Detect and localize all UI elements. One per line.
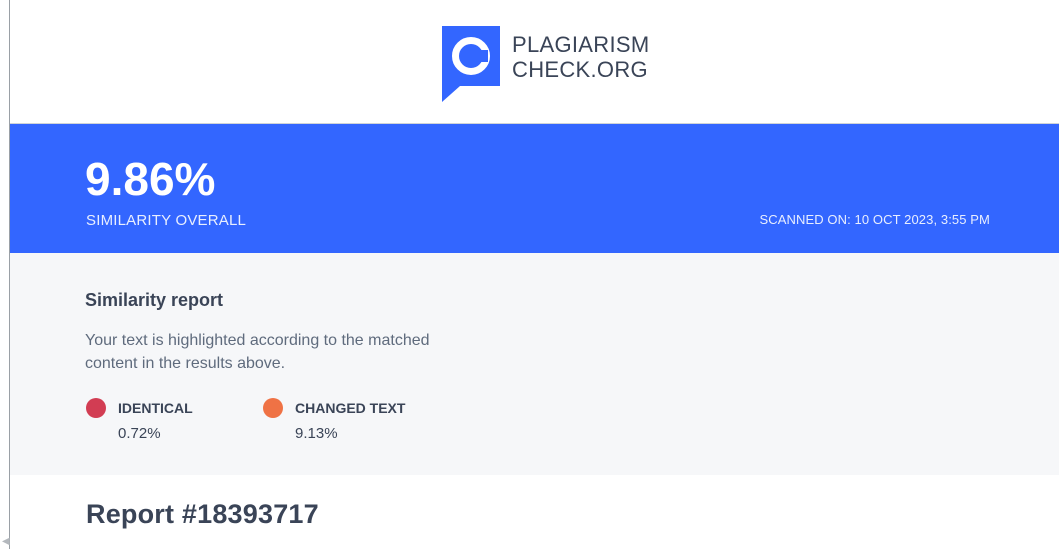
report-page: PLAGIARISM CHECK.ORG 9.86% SIMILARITY OV… [0,0,1059,549]
scanned-on-timestamp: SCANNED ON: 10 OCT 2023, 3:55 PM [759,212,990,227]
brand-logo: PLAGIARISM CHECK.ORG [442,26,649,102]
brand-name-line1: PLAGIARISM [512,32,650,57]
legend-identical-label: IDENTICAL [118,400,193,416]
similarity-report-panel: Similarity report Your text is highlight… [10,253,1059,475]
similarity-report-description: Your text is highlighted according to th… [85,332,430,372]
similarity-overall-label: SIMILARITY OVERALL [86,212,247,229]
brand-name: PLAGIARISM CHECK.ORG [512,32,649,82]
similarity-summary-banner: 9.86% SIMILARITY OVERALL SCANNED ON: 10 … [10,124,1059,253]
report-number-heading: Report #18393717 [86,499,319,529]
report-header: PLAGIARISM CHECK.ORG [10,0,1059,124]
similarity-report-title: Similarity report [85,290,224,310]
page-corner-marker-icon: ◀ [2,536,10,547]
brand-name-line2: CHECK.ORG [512,57,648,82]
legend-changed-text-value: 9.13% [295,425,338,442]
identical-dot-icon [86,398,106,418]
similarity-percentage: 9.86% [85,153,216,205]
changed-text-dot-icon [263,398,283,418]
legend-changed-text-label: CHANGED TEXT [295,400,406,416]
legend-identical-value: 0.72% [118,425,161,442]
speech-bubble-c-logo-icon [442,26,500,102]
